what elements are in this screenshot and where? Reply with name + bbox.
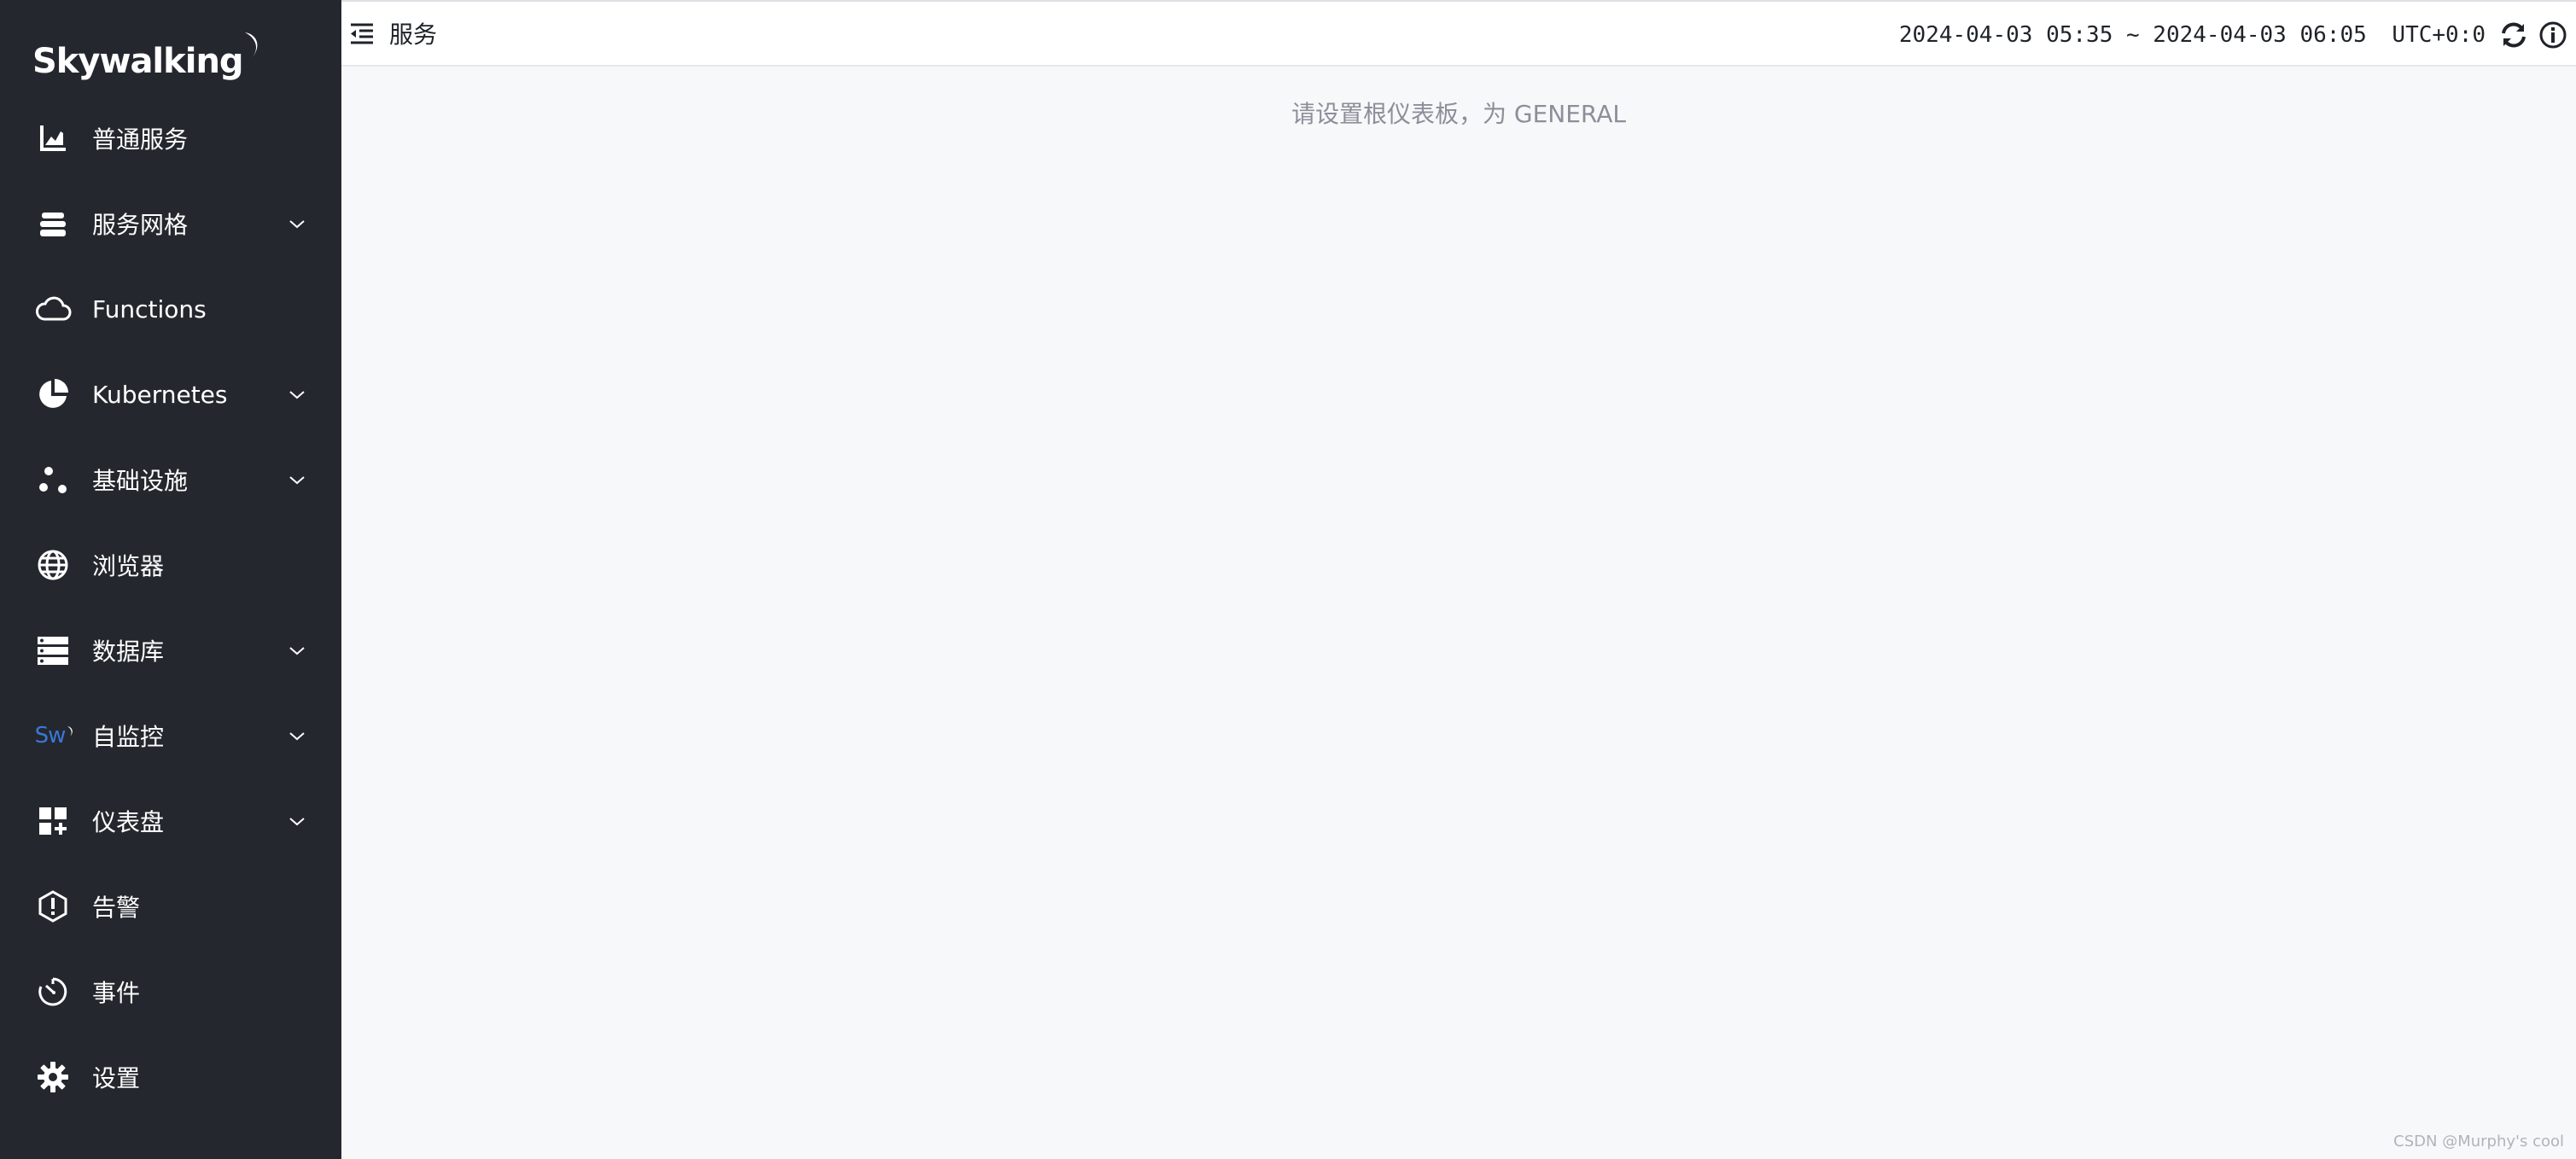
sidebar-item-service-mesh[interactable]: 服务网格 [0, 181, 341, 266]
refresh-icon [2502, 22, 2526, 48]
chevron-down-icon [289, 732, 305, 741]
gear-icon [34, 1058, 72, 1096]
sidebar-item-settings[interactable]: 设置 [0, 1034, 341, 1120]
sw-icon: Sw [32, 717, 77, 754]
sidebar-item-database[interactable]: 数据库 [0, 608, 341, 693]
collapse-sidebar-button[interactable] [347, 19, 377, 50]
sidebar-item-label: 自监控 [92, 723, 165, 751]
sidebar-item-label: Kubernetes [92, 380, 228, 409]
cloud-icon [34, 290, 72, 328]
info-icon [2539, 21, 2567, 49]
sidebar-item-kubernetes[interactable]: Kubernetes [0, 352, 341, 437]
globe-icon [34, 546, 72, 584]
sidebar-item-functions[interactable]: Functions [0, 266, 341, 352]
sidebar-item-self-observability[interactable]: Sw 自监控 [0, 693, 341, 778]
nodes-icon [34, 461, 72, 498]
sidebar-item-dashboard[interactable]: 仪表盘 [0, 778, 341, 864]
sidebar-item-label: 基础设施 [92, 467, 189, 495]
sidebar-item-label: 普通服务 [92, 125, 189, 154]
chart-icon [34, 119, 72, 157]
mesh-icon [34, 205, 72, 242]
watermark: CSDN @Murphy's cool [2393, 1133, 2564, 1150]
database-icon [34, 632, 72, 669]
empty-dashboard-message: 请设置根仪表板，为 GENERAL [1291, 100, 1626, 128]
event-icon [34, 973, 72, 1010]
alert-icon [34, 888, 72, 925]
logo-arc-icon [244, 32, 257, 58]
chevron-down-icon [289, 647, 305, 655]
chevron-down-icon [289, 220, 305, 229]
time-range-picker[interactable]: 2024-04-03 05:35 ~ 2024-04-03 06:05 UTC+… [1899, 19, 2486, 51]
sidebar-item-label: 数据库 [92, 638, 165, 666]
sidebar-item-label: 告警 [92, 894, 141, 922]
indent-icon [351, 23, 373, 44]
page-title: 服务 [389, 20, 438, 49]
sidebar-item-event[interactable]: 事件 [0, 949, 341, 1034]
sidebar-item-infrastructure[interactable]: 基础设施 [0, 437, 341, 522]
logo-text: Skywalking [32, 42, 244, 81]
sidebar-item-label: 仪表盘 [92, 808, 165, 836]
sidebar-item-label: 浏览器 [92, 552, 165, 580]
refresh-button[interactable] [2499, 20, 2530, 51]
chevron-down-icon [289, 818, 305, 826]
sidebar-item-browser[interactable]: 浏览器 [0, 522, 341, 608]
sidebar-menu: 普通服务 服务网格 Functions Kubernetes 基础设施 浏览器 … [0, 96, 341, 1120]
sidebar-item-label: 设置 [92, 1064, 141, 1092]
pie-icon [34, 376, 72, 413]
info-button[interactable] [2538, 20, 2569, 51]
sidebar-item-label: 服务网格 [92, 211, 189, 239]
sw-icon-text: Sw [34, 723, 67, 748]
top-bar: 服务 2024-04-03 05:35 ~ 2024-04-03 06:05 U… [341, 0, 2576, 67]
sidebar-item-general-service[interactable]: 普通服务 [0, 96, 341, 181]
sidebar-item-alarm[interactable]: 告警 [0, 864, 341, 949]
timezone-label: UTC+0:0 [2392, 22, 2486, 48]
sidebar-item-label: Functions [92, 294, 207, 323]
skywalking-logo[interactable]: Skywalking [32, 24, 265, 79]
sidebar: Skywalking 普通服务 服务网格 Functions Kubernete… [0, 0, 341, 1159]
dashboard-icon [34, 802, 72, 840]
chevron-down-icon [289, 476, 305, 485]
time-range-text: 2024-04-03 05:35 ~ 2024-04-03 06:05 [1898, 22, 2367, 48]
chevron-down-icon [289, 391, 305, 399]
sidebar-item-label: 事件 [92, 979, 141, 1007]
